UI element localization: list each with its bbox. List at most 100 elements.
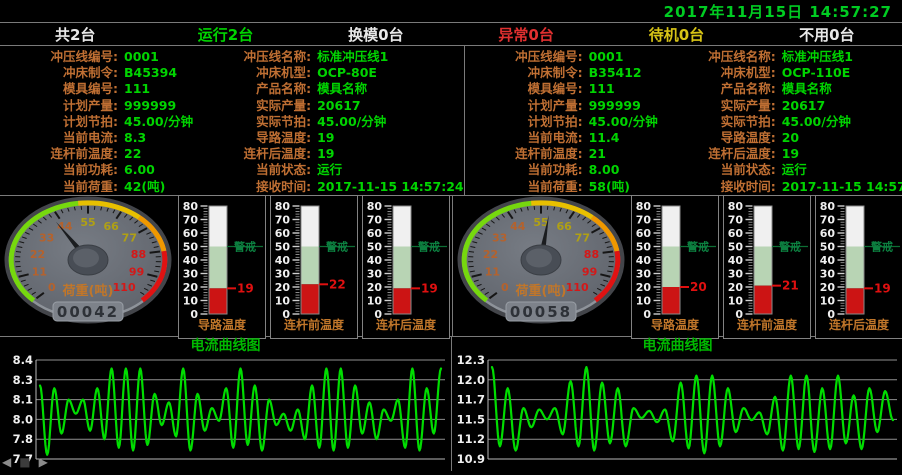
thermo-warning-label: 警戒 [417, 239, 440, 253]
info-label: 计划节拍: [465, 114, 583, 130]
thermo-tick-label: 80 [367, 200, 383, 213]
info-row: 产品名称:模具名称 [658, 81, 902, 97]
info-label: 计划产量: [465, 98, 583, 114]
gauge-scale-number: 55 [80, 216, 95, 229]
info-label: 当前状态: [193, 162, 311, 178]
y-axis-tick-label: 12.0 [457, 373, 485, 387]
info-column-1: 冲压线名称:标准冲压线1冲床机型:OCP-80E产品名称:模具名称实际产量:20… [193, 49, 464, 195]
machine-1-current-chart-panel: 电流曲线图 8.48.38.18.07.87.7 ◀ ■ ▶ [0, 337, 451, 471]
info-label: 冲床机型: [658, 65, 776, 81]
info-row: 连杆后温度:19 [193, 146, 464, 162]
scroll-left-icon[interactable]: ◀ [2, 455, 11, 469]
info-row: 计划产量:999999 [0, 98, 193, 114]
thermo-tick-label: 30 [728, 267, 744, 280]
thermo-tick-label: 50 [183, 240, 199, 253]
info-row: 冲压线名称:标准冲压线1 [193, 49, 464, 65]
thermo-tick-label: 30 [820, 267, 836, 280]
info-label: 实际产量: [658, 98, 776, 114]
gauge-scale-number: 44 [510, 220, 526, 233]
thermo-value: 20 [690, 280, 707, 294]
info-value: 2017-11-15 14:57:24 [317, 179, 464, 195]
thermo-tick-label: 80 [275, 200, 291, 213]
chart-title: 电流曲线图 [0, 337, 451, 355]
info-value: 模具名称 [317, 81, 367, 97]
info-row: 当前电流:8.3 [0, 130, 193, 146]
thermo-value: 19 [874, 281, 891, 295]
thermo-label: 连杆后温度 [376, 317, 437, 332]
thermo-fill [754, 285, 772, 313]
fleet-status-3: 异常0台 [451, 24, 601, 45]
info-row: 导路温度:19 [193, 130, 464, 146]
info-label: 实际节拍: [658, 114, 776, 130]
gauge-scale-number: 110 [566, 281, 589, 294]
info-row: 实际节拍:45.00/分钟 [658, 114, 902, 130]
fleet-status-1: 运行2台 [150, 24, 300, 45]
info-label: 冲床机型: [193, 65, 311, 81]
info-row: 当前状态:运行 [658, 162, 902, 178]
scroll-stop-icon[interactable]: ■ [19, 455, 30, 469]
info-label: 计划节拍: [0, 114, 118, 130]
thermometer: 01020304050607080警戒19导路温度 [179, 196, 265, 334]
thermo-tick-label: 20 [367, 281, 383, 294]
info-row: 当前电流:11.4 [465, 130, 658, 146]
info-row: 实际节拍:45.00/分钟 [193, 114, 464, 130]
thermometer-panel: 01020304050607080警戒20导路温度 [631, 195, 719, 339]
thermo-fill [662, 287, 680, 314]
gauge-unit-label: 荷重(吨) [62, 283, 114, 299]
info-row: 连杆后温度:19 [658, 146, 902, 162]
thermo-warning-label: 警戒 [686, 239, 709, 253]
thermo-tick-label: 40 [367, 254, 383, 267]
info-row: 冲压线编号:0001 [0, 49, 193, 65]
thermo-tick-label: 30 [183, 267, 199, 280]
info-value: 6.00 [124, 162, 155, 178]
info-row: 冲床机型:OCP-110E [658, 65, 902, 81]
info-value: 11.4 [589, 130, 620, 146]
info-row: 接收时间:2017-11-15 14:57:24 [193, 179, 464, 195]
info-label: 实际节拍: [193, 114, 311, 130]
machine-2-info-panel: 冲压线编号:0001冲床制令:B35412模具编号:111计划产量:999999… [464, 46, 902, 195]
thermo-tick-label: 60 [367, 227, 383, 240]
machine-1-info-panel: 冲压线编号:0001冲床制令:B45394模具编号:111计划产量:999999… [0, 46, 464, 195]
info-row: 连杆前温度:22 [0, 146, 193, 162]
info-value: 20617 [317, 98, 361, 114]
chart-title: 电流曲线图 [452, 337, 902, 355]
info-value: OCP-80E [317, 65, 377, 81]
thermometer: 01020304050607080警戒22连杆前温度 [271, 196, 357, 334]
fleet-status-5: 不用0台 [752, 24, 902, 45]
info-value: 45.00/分钟 [589, 114, 658, 130]
info-value: 58(吨) [589, 179, 630, 195]
info-value: 999999 [124, 98, 176, 114]
info-value: 45.00/分钟 [124, 114, 193, 130]
info-label: 模具编号: [0, 81, 118, 97]
thermo-tick-label: 50 [636, 240, 652, 253]
thermo-tick-label: 30 [275, 267, 291, 280]
info-label: 当前功耗: [465, 162, 583, 178]
info-row: 计划产量:999999 [465, 98, 658, 114]
thermometer-panel: 01020304050607080警戒19连杆后温度 [362, 195, 450, 339]
thermo-tick-label: 50 [367, 240, 383, 253]
thermo-tick-label: 60 [636, 227, 652, 240]
current-curve-line [40, 369, 441, 455]
info-value: 20617 [782, 98, 826, 114]
thermo-tick-label: 10 [183, 294, 199, 307]
thermometer-panel: 01020304050607080警戒19导路温度 [178, 195, 266, 339]
info-value: 8.3 [124, 130, 146, 146]
gauge-scale-number: 0 [501, 281, 509, 294]
y-axis-tick-label: 11.5 [457, 412, 485, 426]
thermo-warning-label: 警戒 [870, 239, 893, 253]
thermo-tick-label: 20 [183, 281, 199, 294]
machine-2-current-chart-panel: 电流曲线图 12.312.011.711.511.210.9 [451, 337, 902, 471]
info-label: 冲压线名称: [193, 49, 311, 65]
thermometer-panel: 01020304050607080警戒22连杆前温度 [270, 195, 358, 339]
info-label: 冲床制令: [465, 65, 583, 81]
gauge-scale-number: 33 [492, 232, 507, 245]
thermo-tick-label: 10 [636, 294, 652, 307]
info-value: B45394 [124, 65, 177, 81]
info-column-0: 冲压线编号:0001冲床制令:B35412模具编号:111计划产量:999999… [465, 49, 658, 195]
info-label: 当前状态: [658, 162, 776, 178]
scroll-right-icon[interactable]: ▶ [39, 455, 48, 469]
thermo-tick-label: 20 [728, 281, 744, 294]
info-label: 连杆后温度: [658, 146, 776, 162]
info-label: 连杆前温度: [465, 146, 583, 162]
fleet-status-bar: 共2台运行2台换模0台异常0台待机0台不用0台 [0, 22, 902, 46]
